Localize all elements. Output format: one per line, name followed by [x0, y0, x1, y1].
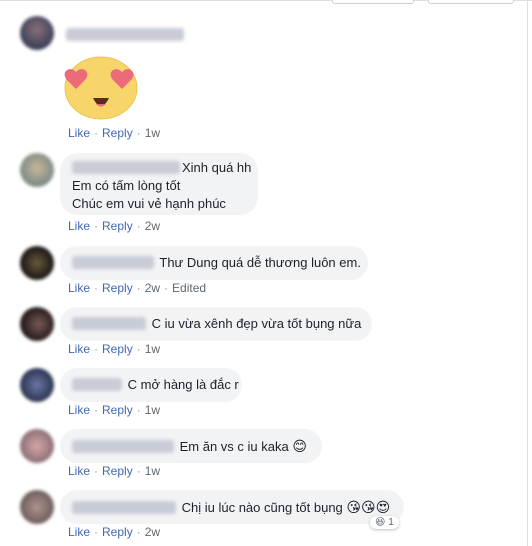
avatar[interactable] [20, 153, 54, 187]
comment-text: C mở hàng là đắc r [127, 377, 239, 392]
comment-bubble: C iu vừa xênh đẹp vừa tốt bụng nữa [60, 307, 372, 341]
comment-text: C iu vừa xênh đẹp vừa tốt bụng nữa [151, 316, 362, 331]
avatar[interactable] [20, 490, 54, 524]
comment-time[interactable]: 1w [145, 403, 160, 417]
reply-link[interactable]: Reply [102, 403, 133, 417]
right-border [527, 0, 528, 546]
commenter-name-blurred[interactable] [66, 26, 184, 41]
comment-time[interactable]: 1w [145, 464, 160, 478]
comment-text: Chị iu lúc nào cũng tốt bụng [181, 500, 343, 515]
like-link[interactable]: Like [68, 525, 90, 539]
comment-actions: Like · Reply · 2w · Edited [68, 281, 206, 295]
reply-link[interactable]: Reply [102, 126, 133, 140]
separator: · [94, 219, 99, 233]
comment-actions: Like · Reply · 2w [68, 525, 160, 539]
avatar[interactable] [20, 246, 54, 280]
comment-actions: Like · Reply · 1w [68, 403, 160, 417]
separator: · [136, 464, 141, 478]
commenter-name-blurred[interactable] [72, 161, 180, 174]
comment-time[interactable]: 2w [145, 525, 160, 539]
comment-actions: Like · Reply · 2w [68, 219, 160, 233]
separator: · [136, 219, 141, 233]
reply-link[interactable]: Reply [102, 219, 133, 233]
comment-bubble: C mở hàng là đắc r [60, 368, 242, 402]
heart-eyes-sticker [62, 52, 140, 120]
reaction-badge[interactable]: 😆 1 [370, 516, 399, 529]
reply-link[interactable]: Reply [102, 525, 133, 539]
separator: · [136, 126, 141, 140]
reply-link[interactable]: Reply [102, 342, 133, 356]
avatar[interactable] [20, 307, 54, 341]
comment-bubble: Thư Dung quá dễ thương luôn em. [60, 246, 368, 280]
avatar[interactable] [20, 368, 54, 402]
separator: · [136, 281, 141, 295]
top-control-right[interactable] [428, 0, 514, 4]
separator: · [136, 342, 141, 356]
like-link[interactable]: Like [68, 403, 90, 417]
like-link[interactable]: Like [68, 342, 90, 356]
like-link[interactable]: Like [68, 126, 90, 140]
comment-bubble: Chị iu lúc nào cũng tốt bụng 😘😘😍 [60, 490, 404, 524]
avatar[interactable] [20, 429, 54, 463]
separator: · [94, 403, 99, 417]
separator: · [94, 464, 99, 478]
comment-actions: Like · Reply · 1w [68, 342, 160, 356]
separator: · [94, 525, 99, 539]
separator: · [136, 403, 141, 417]
comment-actions: Like · Reply · 1w [68, 126, 160, 140]
comment-time[interactable]: 1w [145, 342, 160, 356]
comment-time[interactable]: 1w [145, 126, 160, 140]
separator: · [94, 342, 99, 356]
comment-text: Thư Dung quá dễ thương luôn em. [159, 255, 361, 270]
comment-text: Em có tấm lòng tốt [72, 178, 181, 193]
kiss-heart-emojis: 😘😘😍 [346, 499, 391, 515]
separator: · [94, 126, 99, 140]
comment-time[interactable]: 2w [145, 281, 160, 295]
top-control-left[interactable] [332, 0, 414, 4]
comment-actions: Like · Reply · 1w [68, 464, 160, 478]
comment-text: Chúc em vui vẻ hạnh phúc [72, 196, 226, 211]
like-link[interactable]: Like [68, 281, 90, 295]
comment-text: Xinh quá hh [182, 160, 252, 175]
commenter-name-blurred[interactable] [72, 317, 146, 330]
separator: · [136, 525, 141, 539]
commenter-name-blurred[interactable] [72, 256, 154, 269]
reply-link[interactable]: Reply [102, 464, 133, 478]
like-link[interactable]: Like [68, 464, 90, 478]
comment-bubble: Em ăn vs c iu kaka 😊 [60, 429, 322, 463]
separator: · [164, 281, 169, 295]
smile-emoji: 😊 [292, 438, 307, 454]
commenter-name-blurred[interactable] [72, 501, 176, 514]
avatar[interactable] [20, 16, 54, 50]
reply-link[interactable]: Reply [102, 281, 133, 295]
reaction-count: 1 [388, 517, 394, 528]
comment-text: Em ăn vs c iu kaka [179, 439, 289, 454]
comment-time[interactable]: 2w [145, 219, 160, 233]
separator: · [94, 281, 99, 295]
commenter-name-blurred[interactable] [72, 440, 174, 453]
commenter-name-blurred[interactable] [72, 378, 122, 391]
comment-bubble: Xinh quá hh Em có tấm lòng tốt Chúc em v… [60, 153, 258, 215]
laugh-reaction-icon: 😆 [375, 517, 386, 528]
edited-label[interactable]: Edited [172, 281, 206, 295]
like-link[interactable]: Like [68, 219, 90, 233]
